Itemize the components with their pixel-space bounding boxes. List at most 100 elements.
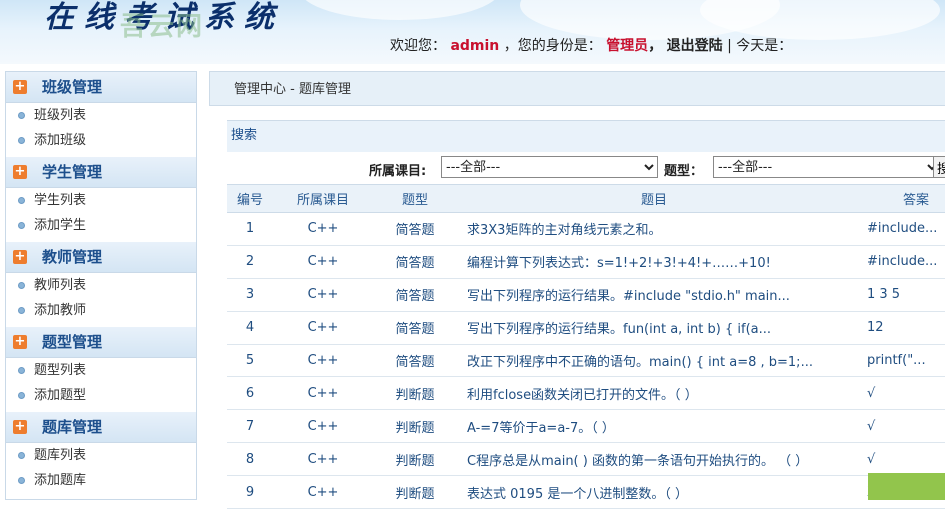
bullet-icon [18, 307, 25, 314]
sidebar-item[interactable]: 题型列表 [6, 358, 196, 383]
table-row[interactable]: 4 C++ 简答题 写出下列程序的运行结果。fun(int a, int b) { i… [227, 311, 945, 345]
column-header-course: 所属课目 [273, 184, 373, 213]
cell-id: 3 [227, 278, 273, 312]
search-button[interactable]: 搜 [933, 156, 945, 178]
cell-course: C++ [273, 311, 373, 345]
sidebar-group-title[interactable]: + 教师管理 [6, 242, 196, 273]
cell-answer: √ [851, 442, 945, 477]
column-header-answer: 答案 [851, 184, 945, 213]
today-label: | 今天是： [727, 38, 793, 54]
cell-id: 5 [227, 344, 273, 378]
sidebar-group-title[interactable]: + 题库管理 [6, 412, 196, 443]
sidebar-item[interactable]: 添加题库 [6, 468, 196, 493]
sidebar-item[interactable]: 添加教师 [6, 298, 196, 323]
bullet-icon [18, 222, 25, 229]
cell-question: A-=7等价于a=a-7。（ ） [457, 409, 851, 444]
sidebar-group-label: 学生管理 [42, 163, 103, 181]
sidebar: + 班级管理 班级列表 添加班级 + 学生管理 学生列表 添加学生 + 教师管理 教师列表 添加教师 +… [5, 71, 197, 500]
cell-question: C程序总是从main( ) 函数的第一条语句开始执行的。 （ ） [457, 442, 851, 477]
type-filter-label: 题型： [664, 164, 704, 179]
sidebar-item-label: 题型列表 [34, 363, 87, 378]
cell-course: C++ [273, 409, 373, 444]
watermark: 吾云网 [120, 12, 205, 42]
column-header-question: 题目 [457, 184, 851, 213]
sidebar-group-label: 教师管理 [42, 248, 103, 266]
bullet-icon [18, 367, 25, 374]
cell-question: 表达式 0195 是一个八进制整数。（ ） [457, 475, 851, 509]
sidebar-group-title[interactable]: + 题型管理 [6, 327, 196, 358]
table-row[interactable]: 5 C++ 简答题 改正下列程序中不正确的语句。main() { int a=8 , … [227, 344, 945, 378]
sidebar-item[interactable]: 班级列表 [6, 103, 196, 128]
cell-answer: #include... [851, 245, 945, 279]
breadcrumb: 管理中心 - 题库管理 [209, 71, 945, 106]
column-header-type: 题型 [373, 184, 457, 213]
cell-course: C++ [273, 344, 373, 378]
cell-answer: √ [851, 409, 945, 444]
search-panel-title: 搜索 [227, 120, 945, 152]
cell-course: C++ [273, 245, 373, 279]
role-label: ，您的身份是： [503, 38, 602, 54]
cell-course: C++ [273, 278, 373, 312]
course-filter-select[interactable]: ---全部--- [441, 156, 658, 178]
user-role: 管理员 [606, 38, 649, 54]
bullet-icon [18, 477, 25, 484]
table-row[interactable]: 7 C++ 判断题 A-=7等价于a=a-7。（ ） √ [227, 409, 945, 444]
type-filter-select[interactable]: ---全部--- [713, 156, 941, 178]
table-row[interactable]: 9C++判断题表达式 0195 是一个八进制整数。（ ）X [227, 475, 945, 509]
sidebar-group-label: 题库管理 [42, 418, 103, 436]
table-row[interactable]: 1 C++ 简答题 求3X3矩阵的主对角线元素之和。 #include... [227, 212, 945, 246]
cell-answer: #include... [851, 212, 945, 246]
username: admin [450, 38, 500, 54]
cell-id: 7 [227, 409, 273, 444]
cell-type: 简答题 [373, 212, 457, 246]
cell-course: C++ [273, 475, 373, 509]
cell-question: 求3X3矩阵的主对角线元素之和。 [457, 212, 851, 246]
cell-course: C++ [273, 442, 373, 477]
header: 在线考试系统 吾云网 欢迎您： admin ，您的身份是： 管理员， 退出登陆 … [0, 0, 945, 64]
cell-id: 8 [227, 442, 273, 477]
cell-id: 6 [227, 376, 273, 411]
table-row[interactable]: 2 C++ 简答题 编程计算下列表达式：s=1!+2!+3!+4!+……+10! #in… [227, 245, 945, 279]
cell-answer: 1 3 5 [851, 278, 945, 312]
cell-course: C++ [273, 212, 373, 246]
table-row[interactable]: 6 C++ 判断题 利用fclose函数关闭已打开的文件。（ ） √ [227, 376, 945, 411]
sidebar-item-label: 添加学生 [34, 218, 87, 233]
sidebar-group-label: 班级管理 [42, 78, 103, 96]
bullet-icon [18, 282, 25, 289]
sidebar-item[interactable]: 添加学生 [6, 213, 196, 238]
sidebar-item[interactable]: 题库列表 [6, 443, 196, 468]
cell-answer: 12 [851, 311, 945, 345]
cell-course: C++ [273, 376, 373, 411]
cell-type: 判断题 [373, 475, 457, 509]
expand-plus-icon: + [13, 79, 27, 94]
bullet-icon [18, 392, 25, 399]
question-table: 编号 所属课目 题型 题目 答案 1 C++ 简答题 求3X3矩阵的主对角线元素之和。… [227, 184, 945, 509]
sidebar-item[interactable]: 添加班级 [6, 128, 196, 153]
sidebar-item-label: 添加题型 [34, 388, 87, 403]
sidebar-item-label: 添加教师 [34, 303, 87, 318]
cell-type: 判断题 [373, 409, 457, 444]
sidebar-item-label: 添加题库 [34, 473, 87, 488]
table-header-row: 编号 所属课目 题型 题目 答案 [227, 184, 945, 213]
cell-type: 简答题 [373, 311, 457, 345]
cell-question: 写出下列程序的运行结果。fun(int a, int b) { if(a... [457, 311, 851, 345]
sidebar-item[interactable]: 学生列表 [6, 188, 196, 213]
table-row[interactable]: 8 C++ 判断题 C程序总是从main( ) 函数的第一条语句开始执行的。 （ ） √ [227, 442, 945, 477]
sidebar-item[interactable]: 教师列表 [6, 273, 196, 298]
expand-plus-icon: + [13, 419, 27, 434]
user-bar: 欢迎您： admin ，您的身份是： 管理员， 退出登陆 | 今天是： [390, 38, 793, 54]
column-header-id: 编号 [227, 184, 273, 213]
sidebar-group-title[interactable]: + 学生管理 [6, 157, 196, 188]
sidebar-group-title[interactable]: + 班级管理 [6, 72, 196, 103]
cell-id: 4 [227, 311, 273, 345]
green-overlay-block [868, 473, 945, 500]
bullet-icon [18, 452, 25, 459]
main-content: 管理中心 - 题库管理 搜索 所属课目: ---全部--- 题型： ---全部-… [209, 71, 945, 509]
logout-link[interactable]: 退出登陆 [667, 38, 723, 54]
cell-type: 判断题 [373, 442, 457, 477]
sidebar-item-label: 学生列表 [34, 193, 87, 208]
cell-answer: printf("... [851, 344, 945, 378]
table-row[interactable]: 3 C++ 简答题 写出下列程序的运行结果。#include "stdio.h" ma… [227, 278, 945, 312]
sidebar-item-label: 题库列表 [34, 448, 87, 463]
sidebar-item[interactable]: 添加题型 [6, 383, 196, 408]
